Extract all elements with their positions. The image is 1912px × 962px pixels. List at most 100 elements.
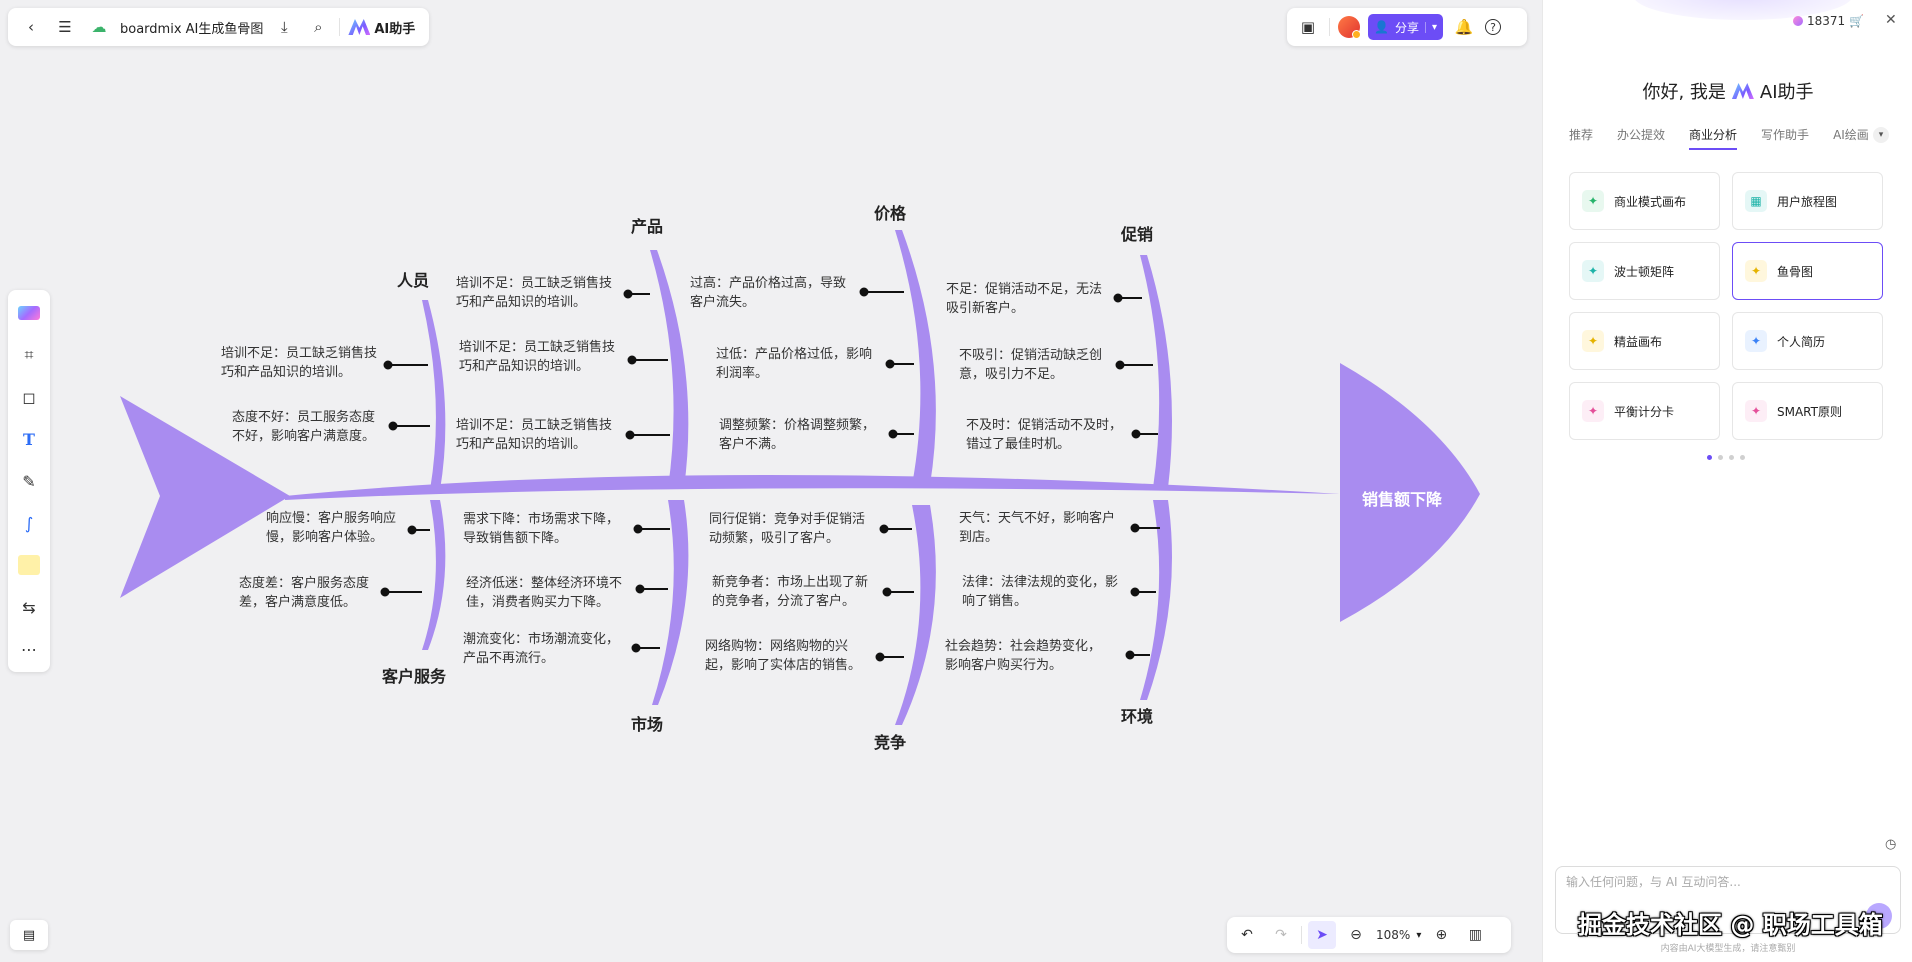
tab-office[interactable]: 办公提效 bbox=[1617, 126, 1665, 150]
chevron-down-icon[interactable]: ▾ bbox=[1873, 127, 1889, 143]
zoom-out-icon[interactable]: ⊖ bbox=[1342, 921, 1370, 949]
category-jingzheng[interactable]: 竞争 bbox=[874, 729, 906, 753]
card-smart-principle[interactable]: ✦ SMART原则 bbox=[1732, 382, 1883, 440]
fishbone-diagram[interactable] bbox=[0, 0, 1542, 962]
cause-text[interactable]: 不及时：促销活动不及时，错过了最佳时机。 bbox=[966, 416, 1134, 454]
whiteboard-canvas[interactable]: 人员 产品 价格 促销 客户服务 市场 竞争 环境 销售额下降 培训不足：员工缺… bbox=[0, 0, 1542, 962]
tab-writing[interactable]: 写作助手 bbox=[1761, 126, 1809, 150]
chevron-down-icon[interactable]: ▾ bbox=[1424, 21, 1437, 33]
left-toolbar: ⌗ ◻ T ✎ ∫ ⇆ ⋯ bbox=[8, 290, 50, 672]
ai-assistant-label: AI助手 bbox=[374, 21, 416, 37]
category-kehu[interactable]: 客户服务 bbox=[382, 663, 446, 687]
card-user-journey[interactable]: ▦ 用户旅程图 bbox=[1732, 172, 1883, 230]
select-cursor-icon[interactable]: ➤ bbox=[1308, 921, 1336, 949]
tab-business-analysis[interactable]: 商业分析 bbox=[1689, 126, 1738, 150]
card-business-model-canvas[interactable]: ✦ 商业模式画布 bbox=[1569, 172, 1720, 230]
cause-text[interactable]: 不吸引：促销活动缺乏创意，吸引力不足。 bbox=[959, 346, 1127, 384]
card-lean-canvas[interactable]: ✦ 精益画布 bbox=[1569, 312, 1720, 370]
cause-text[interactable]: 态度不好：员工服务态度不好，影响客户满意度。 bbox=[232, 408, 386, 446]
search-icon[interactable]: ⌕ bbox=[305, 14, 331, 40]
page-dot[interactable] bbox=[1707, 455, 1712, 460]
mindmap-icon[interactable]: ⇆ bbox=[14, 592, 44, 622]
book-icon[interactable]: ▥ bbox=[1461, 921, 1489, 949]
page-dot[interactable] bbox=[1718, 455, 1723, 460]
cause-text[interactable]: 培训不足：员工缺乏销售技巧和产品知识的培训。 bbox=[456, 416, 624, 454]
share-label: 分享 bbox=[1394, 20, 1419, 35]
close-icon[interactable]: ✕ bbox=[1885, 12, 1897, 28]
card-label: 个人简历 bbox=[1777, 334, 1826, 349]
category-huanjing[interactable]: 环境 bbox=[1121, 703, 1153, 727]
pen-icon[interactable]: ✎ bbox=[14, 466, 44, 496]
help-icon[interactable]: ? bbox=[1485, 19, 1501, 35]
ai-logo-icon bbox=[1731, 83, 1754, 99]
cause-text[interactable]: 新竞争者：市场上出现了新的竞争者，分流了客户。 bbox=[712, 573, 880, 611]
card-fishbone[interactable]: ✦ 鱼骨图 bbox=[1732, 242, 1883, 300]
cause-text[interactable]: 调整频繁：价格调整频繁，客户不满。 bbox=[719, 416, 887, 454]
credits-display[interactable]: 18371 🛒 bbox=[1793, 14, 1864, 28]
cause-text[interactable]: 过高：产品价格过高，导致客户流失。 bbox=[690, 274, 858, 312]
cause-text[interactable]: 培训不足：员工缺乏销售技巧和产品知识的培训。 bbox=[456, 274, 624, 312]
cause-text[interactable]: 经济低迷：整体经济环境不佳，消费者购买力下降。 bbox=[466, 574, 634, 612]
download-icon[interactable]: ⤓ bbox=[271, 14, 297, 40]
cause-text[interactable]: 网络购物：网络购物的兴起，影响了实体店的销售。 bbox=[705, 637, 871, 675]
shape-icon[interactable]: ◻ bbox=[14, 382, 44, 412]
template-cards: ✦ 商业模式画布 ▦ 用户旅程图 ✦ 波士顿矩阵 ✦ 鱼骨图 ✦ 精益画布 ✦ … bbox=[1569, 172, 1883, 440]
history-icon[interactable]: ◷ bbox=[1885, 837, 1896, 852]
more-icon[interactable]: ⋯ bbox=[14, 634, 44, 664]
zoom-in-icon[interactable]: ⊕ bbox=[1427, 921, 1455, 949]
divider bbox=[1301, 926, 1302, 944]
category-chanpin[interactable]: 产品 bbox=[631, 213, 663, 237]
chat-input[interactable] bbox=[1566, 875, 1886, 889]
cause-text[interactable]: 培训不足：员工缺乏销售技巧和产品知识的培训。 bbox=[459, 338, 627, 376]
cause-text[interactable]: 不足：促销活动不足，无法吸引新客户。 bbox=[946, 280, 1114, 318]
tab-recommend[interactable]: 推荐 bbox=[1569, 126, 1593, 150]
layers-button[interactable]: ▤ bbox=[10, 920, 48, 950]
divider bbox=[1329, 18, 1330, 36]
cause-text[interactable]: 培训不足：员工缺乏销售技巧和产品知识的培训。 bbox=[221, 344, 379, 382]
cause-text[interactable]: 社会趋势：社会趋势变化，影响客户购买行为。 bbox=[945, 637, 1113, 675]
category-jiage[interactable]: 价格 bbox=[874, 200, 906, 224]
category-cuxiao[interactable]: 促销 bbox=[1121, 221, 1153, 245]
chevron-down-icon[interactable]: ▾ bbox=[1416, 930, 1421, 941]
cause-text[interactable]: 过低：产品价格过低，影响利润率。 bbox=[716, 345, 884, 383]
cause-text[interactable]: 潮流变化：市场潮流变化，产品不再流行。 bbox=[463, 630, 631, 668]
card-boston-matrix[interactable]: ✦ 波士顿矩阵 bbox=[1569, 242, 1720, 300]
cause-text[interactable]: 响应慢：客户服务响应慢，影响客户体验。 bbox=[266, 509, 406, 547]
zoom-level[interactable]: 108% bbox=[1376, 928, 1410, 942]
tab-ai-painting[interactable]: AI绘画 bbox=[1833, 126, 1869, 150]
fish-head-label[interactable]: 销售额下降 bbox=[1362, 486, 1442, 510]
present-icon[interactable]: ▣ bbox=[1295, 14, 1321, 40]
menu-icon[interactable]: ☰ bbox=[52, 14, 78, 40]
card-label: SMART原则 bbox=[1777, 404, 1842, 419]
ai-draw-icon[interactable] bbox=[14, 298, 44, 328]
cause-text[interactable]: 需求下降：市场需求下降，导致销售额下降。 bbox=[463, 510, 631, 548]
bell-icon[interactable]: 🔔 bbox=[1451, 14, 1477, 40]
connector-icon[interactable]: ∫ bbox=[14, 508, 44, 538]
category-shichang[interactable]: 市场 bbox=[631, 711, 663, 735]
bone-jingzheng bbox=[895, 505, 936, 725]
page-dot[interactable] bbox=[1740, 455, 1745, 460]
cause-text[interactable]: 天气：天气不好，影响客户到店。 bbox=[959, 509, 1127, 547]
greeting: 你好, 我是 AI助手 bbox=[1543, 78, 1912, 104]
sparkle-icon: ✦ bbox=[1582, 260, 1604, 282]
frame-icon[interactable]: ⌗ bbox=[14, 340, 44, 370]
ai-assistant-button[interactable]: AI助手 bbox=[348, 18, 415, 37]
cause-text[interactable]: 同行促销：竞争对手促销活动频繁，吸引了客户。 bbox=[709, 510, 877, 548]
card-balanced-scorecard[interactable]: ✦ 平衡计分卡 bbox=[1569, 382, 1720, 440]
pagination-dots bbox=[1707, 455, 1745, 460]
redo-icon[interactable]: ↷ bbox=[1267, 921, 1295, 949]
text-icon[interactable]: T bbox=[14, 424, 44, 454]
sticky-note-icon[interactable] bbox=[14, 550, 44, 580]
page-dot[interactable] bbox=[1729, 455, 1734, 460]
cart-icon[interactable]: 🛒 bbox=[1849, 14, 1864, 28]
share-button[interactable]: 👤 分享 ▾ bbox=[1368, 14, 1443, 40]
card-resume[interactable]: ✦ 个人简历 bbox=[1732, 312, 1883, 370]
undo-icon[interactable]: ↶ bbox=[1233, 921, 1261, 949]
document-title[interactable]: boardmix AI生成鱼骨图 bbox=[120, 18, 263, 37]
cause-text[interactable]: 法律：法律法规的变化，影响了销售。 bbox=[962, 573, 1130, 611]
back-icon[interactable]: ‹ bbox=[18, 14, 44, 40]
sparkle-icon: ✦ bbox=[1745, 400, 1767, 422]
category-renyuan[interactable]: 人员 bbox=[397, 267, 429, 291]
avatar[interactable] bbox=[1338, 16, 1361, 39]
cause-text[interactable]: 态度差：客户服务态度差，客户满意度低。 bbox=[239, 574, 381, 612]
